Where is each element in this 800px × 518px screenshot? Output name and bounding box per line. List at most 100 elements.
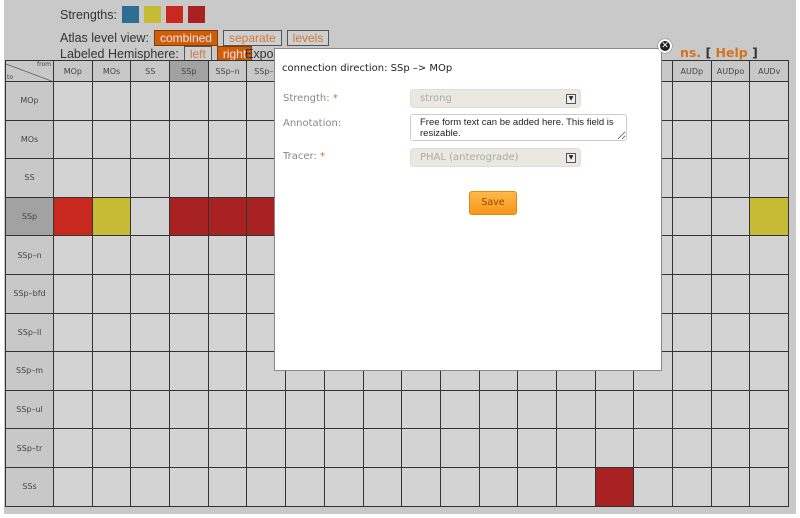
matrix-cell[interactable] [710,81,751,121]
annotation-textarea[interactable]: Free form text can be added here. This f… [410,114,627,141]
tracer-select[interactable]: PHAL (anterograde) ▼ [410,148,581,167]
matrix-cell[interactable] [130,273,171,314]
matrix-cell[interactable] [555,428,596,468]
matrix-cell[interactable] [672,351,712,391]
column-header[interactable]: SSp–n [207,60,248,82]
matrix-cell[interactable] [207,466,248,507]
matrix-cell[interactable] [91,235,132,275]
matrix-cell[interactable] [91,428,132,468]
matrix-cell[interactable] [53,273,93,314]
matrix-cell[interactable] [169,81,209,121]
matrix-cell[interactable] [672,235,712,275]
matrix-cell[interactable] [285,428,325,468]
matrix-cell[interactable] [672,196,712,237]
matrix-cell[interactable] [633,428,673,468]
matrix-cell[interactable] [207,389,248,430]
matrix-cell[interactable] [169,389,209,430]
matrix-cell[interactable] [594,466,635,507]
matrix-cell[interactable] [517,389,557,430]
matrix-cell[interactable] [555,389,596,430]
column-header[interactable]: MOs [91,60,132,82]
row-header[interactable]: MOp [5,81,54,121]
column-header[interactable]: AUDpo [710,60,751,82]
matrix-cell[interactable] [362,389,403,430]
matrix-cell[interactable] [749,235,790,275]
matrix-cell[interactable] [749,196,790,237]
matrix-cell[interactable] [401,466,441,507]
matrix-cell[interactable] [91,389,132,430]
matrix-cell[interactable] [710,273,751,314]
matrix-cell[interactable] [53,312,93,353]
matrix-cell[interactable] [169,119,209,160]
matrix-cell[interactable] [130,389,171,430]
matrix-cell[interactable] [91,196,132,237]
matrix-cell[interactable] [710,351,751,391]
matrix-cell[interactable] [130,81,171,121]
export-link[interactable]: Expo [245,46,274,62]
matrix-cell[interactable] [53,389,93,430]
row-header[interactable]: SSp–m [5,351,54,391]
matrix-cell[interactable] [362,466,403,507]
matrix-cell[interactable] [53,196,93,237]
matrix-cell[interactable] [169,235,209,275]
matrix-cell[interactable] [672,273,712,314]
matrix-cell[interactable] [439,389,480,430]
matrix-cell[interactable] [672,466,712,507]
matrix-cell[interactable] [130,235,171,275]
matrix-cell[interactable] [207,428,248,468]
matrix-cell[interactable] [401,389,441,430]
matrix-cell[interactable] [53,119,93,160]
matrix-cell[interactable] [478,466,519,507]
matrix-cell[interactable] [710,196,751,237]
matrix-cell[interactable] [91,158,132,198]
matrix-cell[interactable] [207,196,248,237]
matrix-cell[interactable] [130,158,171,198]
row-header[interactable]: SS [5,158,54,198]
matrix-cell[interactable] [594,428,635,468]
row-header[interactable]: SSp–tr [5,428,54,468]
matrix-cell[interactable] [91,273,132,314]
matrix-cell[interactable] [207,119,248,160]
row-header[interactable]: SSp–ll [5,312,54,353]
matrix-cell[interactable] [710,389,751,430]
matrix-cell[interactable] [478,389,519,430]
matrix-cell[interactable] [672,119,712,160]
row-header[interactable]: MOs [5,119,54,160]
matrix-cell[interactable] [91,312,132,353]
matrix-cell[interactable] [246,389,287,430]
matrix-cell[interactable] [323,466,364,507]
strength-select[interactable]: strong ▼ [410,89,581,108]
matrix-cell[interactable] [555,466,596,507]
column-header[interactable]: MOp [53,60,93,82]
matrix-cell[interactable] [710,158,751,198]
matrix-cell[interactable] [53,235,93,275]
matrix-cell[interactable] [749,81,790,121]
matrix-cell[interactable] [710,119,751,160]
row-header[interactable]: SSs [5,466,54,507]
matrix-cell[interactable] [53,466,93,507]
matrix-cell[interactable] [246,466,287,507]
column-header[interactable]: AUDp [672,60,712,82]
matrix-cell[interactable] [207,273,248,314]
matrix-cell[interactable] [710,466,751,507]
matrix-cell[interactable] [749,389,790,430]
matrix-cell[interactable] [323,389,364,430]
matrix-cell[interactable] [439,428,480,468]
matrix-cell[interactable] [672,389,712,430]
matrix-cell[interactable] [517,428,557,468]
matrix-cell[interactable] [53,158,93,198]
matrix-cell[interactable] [362,428,403,468]
matrix-cell[interactable] [749,119,790,160]
matrix-cell[interactable] [91,81,132,121]
column-header[interactable]: SS [130,60,171,82]
matrix-cell[interactable] [169,273,209,314]
matrix-cell[interactable] [517,466,557,507]
matrix-cell[interactable] [207,351,248,391]
matrix-cell[interactable] [285,389,325,430]
matrix-cell[interactable] [130,351,171,391]
matrix-cell[interactable] [91,119,132,160]
matrix-cell[interactable] [285,466,325,507]
matrix-cell[interactable] [401,428,441,468]
matrix-cell[interactable] [478,428,519,468]
matrix-cell[interactable] [594,389,635,430]
